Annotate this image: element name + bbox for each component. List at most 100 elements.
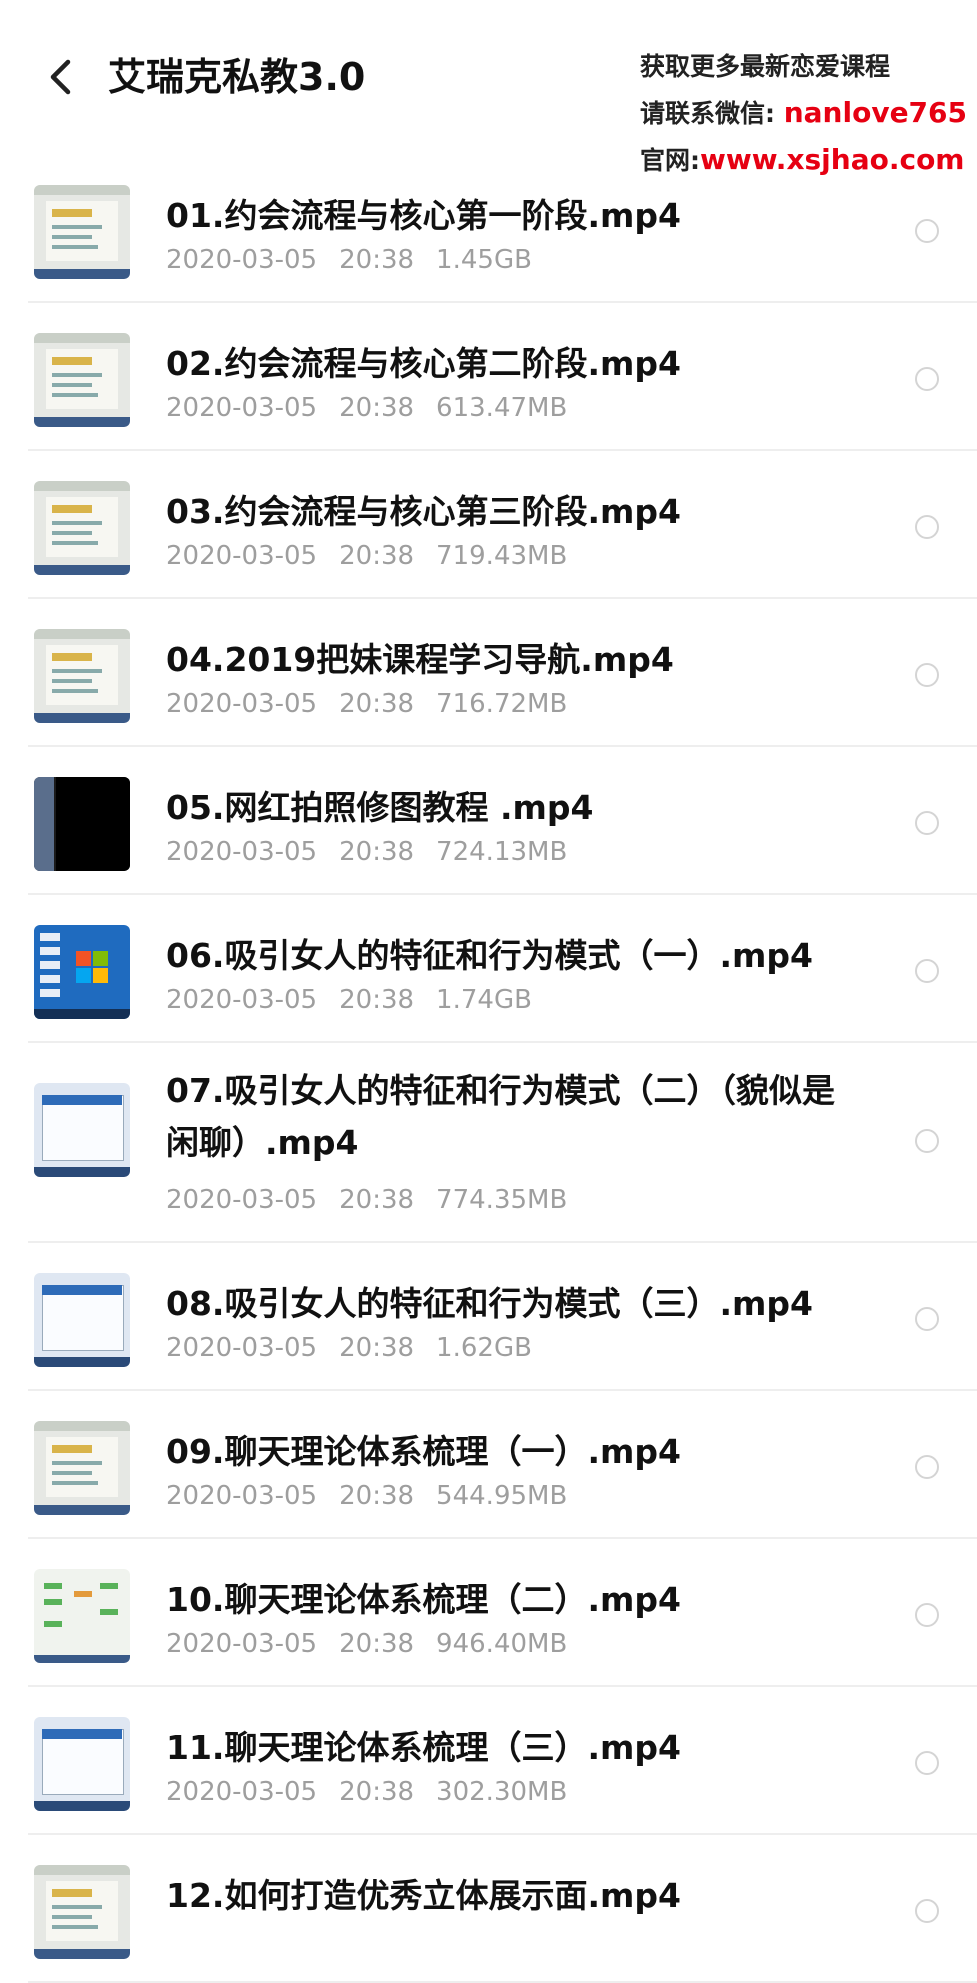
video-thumbnail [34,1421,130,1515]
file-name: 04.2019把妹课程学习导航.mp4 [166,640,674,679]
file-name: 09.聊天理论体系梳理（一）.mp4 [166,1432,681,1471]
file-name: 03.约会流程与核心第三阶段.mp4 [166,492,681,531]
file-time: 20:38 [339,1481,415,1511]
video-thumbnail [34,333,130,427]
file-date: 2020-03-05 [166,985,318,1015]
select-radio[interactable] [915,219,939,243]
select-radio[interactable] [915,1751,939,1775]
file-date: 2020-03-05 [166,393,318,423]
file-size: 724.13MB [436,837,568,867]
file-meta: 2020-03-05 20:38 1.74GB [166,985,554,1015]
file-name: 07.吸引女人的特征和行为模式（二）（貌似是闲聊）.mp4 [166,1071,835,1162]
file-date: 2020-03-05 [166,1333,318,1363]
file-meta: 2020-03-05 20:38 716.72MB [166,689,589,719]
file-size: 716.72MB [436,689,568,719]
promo-wechat-label: 请联系微信: [640,99,775,128]
file-name: 05.网红拍照修图教程 .mp4 [166,788,594,827]
file-meta: 2020-03-05 20:38 724.13MB [166,837,589,867]
promo-wechat-id: nanlove765 [783,96,968,129]
file-meta: 2020-03-05 20:38 719.43MB [166,541,589,571]
file-meta: 2020-03-05 20:38 1.62GB [166,1333,554,1363]
file-date: 2020-03-05 [166,1481,318,1511]
video-thumbnail [34,629,130,723]
select-radio[interactable] [915,515,939,539]
file-meta: 2020-03-05 20:38 302.30MB [166,1777,589,1807]
back-button[interactable] [42,52,82,102]
promo-line-2: 请联系微信: nanlove765 [640,90,967,137]
select-radio[interactable] [915,1603,939,1627]
file-size: 946.40MB [436,1629,568,1659]
file-meta: 2020-03-05 20:38 946.40MB [166,1629,589,1659]
video-thumbnail [34,1569,130,1663]
file-row[interactable]: 12.如何打造优秀立体展示面.mp4 [0,1835,977,1983]
file-name: 10.聊天理论体系梳理（二）.mp4 [166,1580,681,1619]
file-name: 01.约会流程与核心第一阶段.mp4 [166,196,681,235]
file-time: 20:38 [339,985,415,1015]
file-time: 20:38 [339,245,415,275]
select-radio[interactable] [915,959,939,983]
file-row[interactable]: 09.聊天理论体系梳理（一）.mp4 2020-03-05 20:38 544.95M… [0,1391,977,1539]
select-radio[interactable] [915,663,939,687]
video-thumbnail [34,481,130,575]
video-thumbnail [34,777,130,871]
file-row[interactable]: 08.吸引女人的特征和行为模式（三）.mp4 2020-03-05 20:38 1.6… [0,1243,977,1391]
file-time: 20:38 [339,541,415,571]
file-date: 2020-03-05 [166,541,318,571]
file-row[interactable]: 05.网红拍照修图教程 .mp4 2020-03-05 20:38 724.13MB [0,747,977,895]
file-name: 02.约会流程与核心第二阶段.mp4 [166,344,681,383]
file-name: 12.如何打造优秀立体展示面.mp4 [166,1876,681,1915]
video-thumbnail [34,185,130,279]
select-radio[interactable] [915,1307,939,1331]
file-size: 719.43MB [436,541,568,571]
file-size: 613.47MB [436,393,568,423]
file-meta: 2020-03-05 20:38 1.45GB [166,245,554,275]
file-row[interactable]: 02.约会流程与核心第二阶段.mp4 2020-03-05 20:38 613.47M… [0,303,977,451]
file-time: 20:38 [339,1777,415,1807]
file-size: 1.74GB [436,985,532,1015]
file-date: 2020-03-05 [166,689,318,719]
file-name: 06.吸引女人的特征和行为模式（一）.mp4 [166,936,813,975]
file-time: 20:38 [339,1629,415,1659]
file-size: 774.35MB [436,1185,568,1215]
file-row[interactable]: 04.2019把妹课程学习导航.mp4 2020-03-05 20:38 716.72… [0,599,977,747]
promo-line-1: 获取更多最新恋爱课程 [640,52,891,81]
file-size: 1.45GB [436,245,532,275]
file-row[interactable]: 11.聊天理论体系梳理（三）.mp4 2020-03-05 20:38 302.30M… [0,1687,977,1835]
file-size: 1.62GB [436,1333,532,1363]
video-thumbnail [34,1083,130,1177]
file-row[interactable]: 03.约会流程与核心第三阶段.mp4 2020-03-05 20:38 719.43M… [0,451,977,599]
file-name: 11.聊天理论体系梳理（三）.mp4 [166,1728,681,1767]
file-size: 544.95MB [436,1481,568,1511]
file-time: 20:38 [339,1185,415,1215]
file-time: 20:38 [339,393,415,423]
file-date: 2020-03-05 [166,837,318,867]
file-date: 2020-03-05 [166,1629,318,1659]
file-size: 302.30MB [436,1777,568,1807]
select-radio[interactable] [915,1129,939,1153]
chevron-left-icon [50,59,71,95]
file-meta: 2020-03-05 20:38 544.95MB [166,1481,589,1511]
file-row[interactable]: 06.吸引女人的特征和行为模式（一）.mp4 2020-03-05 20:38 1.7… [0,895,977,1043]
file-meta [166,1925,232,1955]
file-list: 01.约会流程与核心第一阶段.mp4 2020-03-05 20:38 1.45GB 0… [0,155,977,1983]
file-date: 2020-03-05 [166,1185,318,1215]
select-radio[interactable] [915,811,939,835]
file-row[interactable]: 07.吸引女人的特征和行为模式（二）（貌似是闲聊）.mp4 2020-03-05 2… [0,1043,977,1243]
select-radio[interactable] [915,1455,939,1479]
file-date: 2020-03-05 [166,245,318,275]
file-name: 08.吸引女人的特征和行为模式（三）.mp4 [166,1284,813,1323]
video-thumbnail [34,1273,130,1367]
page-title: 艾瑞克私教3.0 [108,55,366,99]
file-time: 20:38 [339,1333,415,1363]
file-date: 2020-03-05 [166,1777,318,1807]
file-time: 20:38 [339,689,415,719]
video-thumbnail [34,1717,130,1811]
select-radio[interactable] [915,1899,939,1923]
file-row[interactable]: 10.聊天理论体系梳理（二）.mp4 2020-03-05 20:38 946.40M… [0,1539,977,1687]
top-bar: 艾瑞克私教3.0 获取更多最新恋爱课程 请联系微信: nanlove765 官网… [0,0,977,176]
file-meta: 2020-03-05 20:38 613.47MB [166,393,589,423]
select-radio[interactable] [915,367,939,391]
file-row[interactable]: 01.约会流程与核心第一阶段.mp4 2020-03-05 20:38 1.45GB [0,155,977,303]
video-thumbnail [34,1865,130,1959]
file-meta: 2020-03-05 20:38 774.35MB [166,1185,589,1215]
